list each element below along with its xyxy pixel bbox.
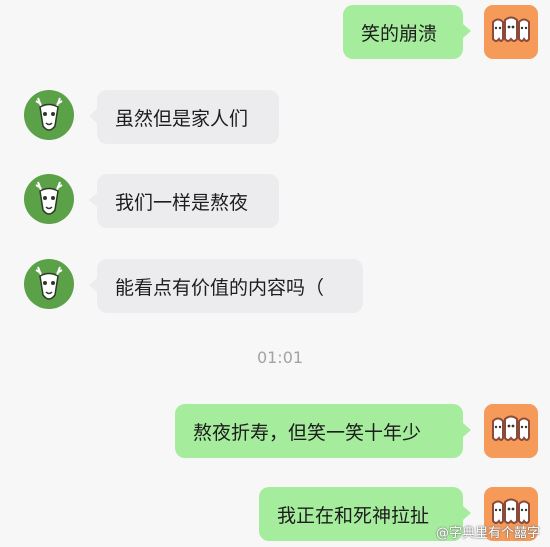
deer-skull-icon bbox=[35, 266, 63, 300]
message-bubble-outgoing[interactable]: 我正在和死神拉扯 bbox=[259, 487, 463, 541]
message-bubble-incoming[interactable]: 虽然但是家人们 bbox=[97, 90, 279, 144]
message-text: 我们一样是熬夜 bbox=[115, 191, 249, 214]
bubble-tail bbox=[89, 278, 97, 292]
bubble-tail bbox=[89, 109, 97, 123]
bubble-tail bbox=[463, 423, 471, 437]
contact-avatar[interactable] bbox=[24, 259, 74, 309]
message-text: 能看点有价值的内容吗（ bbox=[115, 276, 325, 299]
self-avatar[interactable] bbox=[484, 5, 538, 59]
timestamp: 01:01 bbox=[256, 348, 304, 367]
message-bubble-incoming[interactable]: 我们一样是熬夜 bbox=[97, 174, 279, 228]
message-text: 熬夜折寿，但笑一笑十年少 bbox=[193, 421, 422, 444]
message-bubble-incoming[interactable]: 能看点有价值的内容吗（ bbox=[97, 259, 363, 313]
message-text: 笑的崩溃 bbox=[361, 22, 438, 45]
bubble-tail bbox=[89, 193, 97, 207]
message-text: 我正在和死神拉扯 bbox=[277, 504, 430, 527]
message-bubble-outgoing[interactable]: 笑的崩溃 bbox=[343, 5, 463, 59]
cartoon-teeth-icon bbox=[492, 16, 530, 42]
bubble-tail bbox=[463, 24, 471, 38]
contact-avatar[interactable] bbox=[24, 174, 74, 224]
cartoon-teeth-icon bbox=[492, 415, 530, 441]
bubble-tail bbox=[463, 506, 471, 520]
message-bubble-outgoing[interactable]: 熬夜折寿，但笑一笑十年少 bbox=[175, 404, 463, 458]
message-text: 虽然但是家人们 bbox=[115, 107, 249, 130]
watermark: @字典里有个囍字 bbox=[435, 526, 540, 541]
deer-skull-icon bbox=[35, 97, 63, 131]
deer-skull-icon bbox=[35, 181, 63, 215]
self-avatar[interactable] bbox=[484, 404, 538, 458]
contact-avatar[interactable] bbox=[24, 90, 74, 140]
